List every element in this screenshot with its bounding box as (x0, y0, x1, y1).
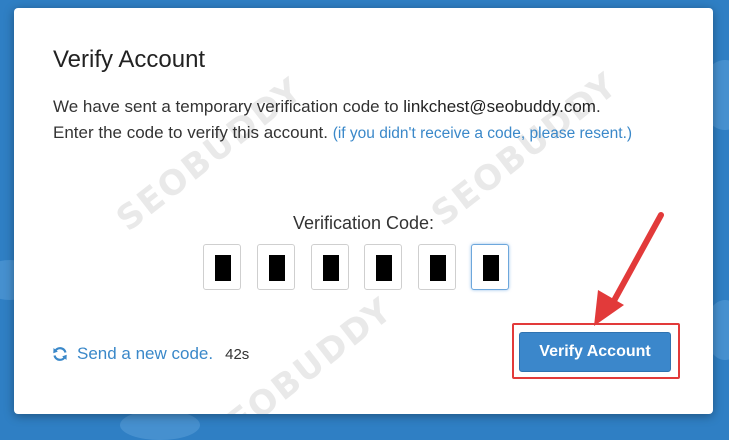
red-arrow-annotation (594, 212, 664, 326)
background-shape (120, 410, 200, 440)
verify-account-dialog: SEOBUDDY SEOBUDDY SEOBUDDY Verify Accoun… (14, 8, 713, 414)
